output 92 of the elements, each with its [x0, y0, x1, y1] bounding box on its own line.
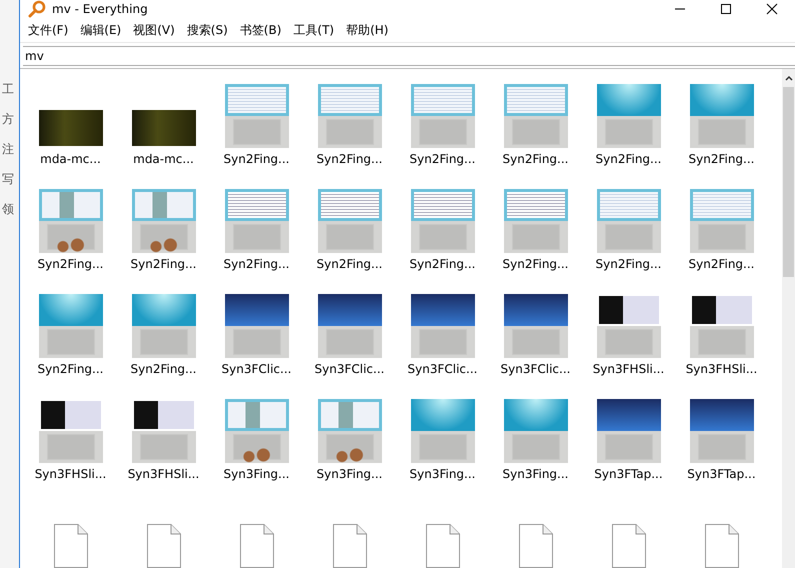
file-name: Syn3FClic...	[314, 362, 384, 376]
file-name: mda-mc...	[40, 152, 101, 166]
file-icon[interactable]	[612, 524, 646, 568]
background-text: 写	[1, 172, 15, 186]
file-name: Syn3FClic...	[500, 362, 570, 376]
file-name: mda-mc...	[133, 152, 194, 166]
image-thumbnail[interactable]	[410, 399, 474, 463]
image-thumbnail[interactable]	[132, 399, 196, 463]
menu-item[interactable]: 帮助(H)	[346, 22, 388, 38]
image-thumbnail[interactable]	[318, 399, 382, 463]
image-thumbnail[interactable]	[504, 294, 568, 358]
file-name: Syn3FClic...	[222, 362, 292, 376]
file-name: Syn2Fing...	[224, 257, 290, 271]
file-icon[interactable]	[704, 524, 738, 568]
file-name: Syn2Fing...	[410, 257, 476, 271]
file-name: Syn3FTap...	[594, 467, 663, 481]
file-name: Syn3Fing...	[224, 467, 290, 481]
file-name: Syn3Fing...	[316, 467, 382, 481]
image-thumbnail[interactable]	[132, 189, 196, 253]
file-name: Syn3FHSli...	[34, 467, 106, 481]
image-thumbnail[interactable]	[504, 189, 568, 253]
file-name: Syn2Fing...	[130, 362, 196, 376]
menu-item[interactable]: 文件(F)	[28, 22, 68, 38]
file-name: Syn2Fing...	[38, 362, 104, 376]
image-thumbnail[interactable]	[504, 84, 568, 148]
file-icon[interactable]	[426, 524, 460, 568]
image-thumbnail[interactable]	[38, 189, 102, 253]
file-name: Syn3FHSli...	[128, 467, 200, 481]
close-icon	[766, 3, 778, 15]
file-name: Syn2Fing...	[502, 257, 568, 271]
image-thumbnail[interactable]	[38, 294, 102, 358]
file-name: Syn2Fing...	[316, 152, 382, 166]
image-thumbnail[interactable]	[690, 294, 754, 358]
file-name: Syn2Fing...	[38, 257, 104, 271]
file-name: Syn3FHSli...	[592, 362, 664, 376]
file-name: Syn3Fing...	[410, 467, 476, 481]
file-name: Syn2Fing...	[596, 152, 662, 166]
background-text: 工	[1, 82, 15, 96]
image-thumbnail[interactable]	[596, 294, 660, 358]
image-thumbnail[interactable]	[504, 399, 568, 463]
image-thumbnail[interactable]	[596, 84, 660, 148]
image-thumbnail[interactable]	[410, 294, 474, 358]
image-thumbnail[interactable]	[410, 84, 474, 148]
image-thumbnail[interactable]	[318, 84, 382, 148]
menu-item[interactable]: 编辑(E)	[80, 22, 122, 38]
video-thumbnail[interactable]	[38, 110, 102, 146]
image-thumbnail[interactable]	[596, 399, 660, 463]
background-text: 领	[1, 202, 15, 216]
menu-item[interactable]: 搜索(S)	[186, 22, 228, 38]
file-name: Syn2Fing...	[130, 257, 196, 271]
image-thumbnail[interactable]	[318, 294, 382, 358]
file-icon[interactable]	[332, 524, 366, 568]
file-name: Syn3FHSli...	[686, 362, 758, 376]
image-thumbnail[interactable]	[410, 189, 474, 253]
file-name: Syn2Fing...	[688, 257, 754, 271]
image-thumbnail[interactable]	[224, 294, 288, 358]
video-thumbnail[interactable]	[132, 110, 196, 146]
image-thumbnail[interactable]	[596, 189, 660, 253]
image-thumbnail[interactable]	[38, 399, 102, 463]
menu-item[interactable]: 书签(B)	[240, 22, 282, 38]
background-text: 方	[1, 112, 15, 126]
image-thumbnail[interactable]	[224, 189, 288, 253]
file-name: Syn2Fing...	[502, 152, 568, 166]
file-name: Syn2Fing...	[688, 152, 754, 166]
image-thumbnail[interactable]	[690, 189, 754, 253]
image-thumbnail[interactable]	[224, 399, 288, 463]
file-name: Syn2Fing...	[224, 152, 290, 166]
menu-item[interactable]: 视图(V)	[133, 22, 175, 38]
file-name: Syn2Fing...	[410, 152, 476, 166]
file-icon[interactable]	[518, 524, 552, 568]
file-name: Syn3Fing...	[502, 467, 568, 481]
menu-item[interactable]: 工具(T)	[293, 22, 334, 38]
scrollbar-thumb[interactable]	[783, 87, 794, 277]
scroll-up-icon[interactable]	[782, 73, 794, 83]
image-thumbnail[interactable]	[690, 399, 754, 463]
search-icon	[28, 0, 46, 18]
maximize-icon	[720, 3, 732, 15]
scrollbar[interactable]	[782, 69, 795, 568]
image-thumbnail[interactable]	[224, 84, 288, 148]
image-thumbnail[interactable]	[690, 84, 754, 148]
file-icon[interactable]	[54, 524, 88, 568]
file-name: Syn3FClic...	[408, 362, 478, 376]
file-name: Syn2Fing...	[316, 257, 382, 271]
file-icon[interactable]	[240, 524, 274, 568]
file-name: Syn3FTap...	[687, 467, 756, 481]
file-name: Syn2Fing...	[596, 257, 662, 271]
window-title: mv - Everything	[52, 2, 148, 16]
background-text: 注	[1, 142, 15, 156]
image-thumbnail[interactable]	[132, 294, 196, 358]
image-thumbnail[interactable]	[318, 189, 382, 253]
file-icon[interactable]	[146, 524, 180, 568]
search-field[interactable]: mv	[23, 46, 795, 66]
